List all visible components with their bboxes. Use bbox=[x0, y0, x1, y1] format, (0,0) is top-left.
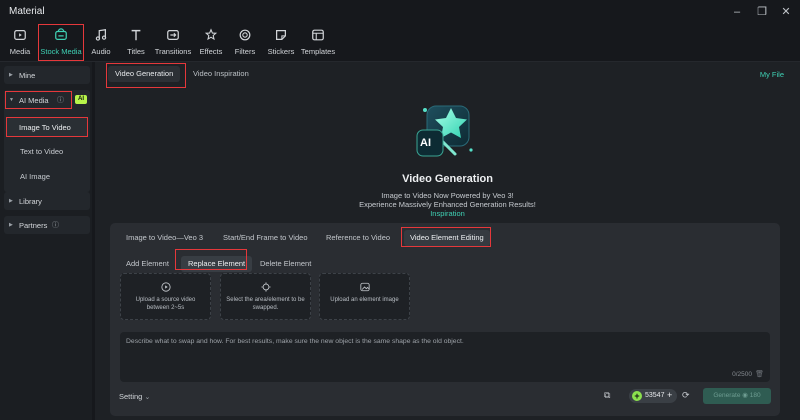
stickers-icon bbox=[264, 28, 298, 46]
tool-effects[interactable]: Effects bbox=[196, 24, 226, 60]
subtab-delete-element[interactable]: Delete Element bbox=[260, 256, 311, 272]
subtab-add-element[interactable]: Add Element bbox=[126, 256, 169, 272]
ai-badge: AI bbox=[75, 95, 87, 104]
filters-icon bbox=[230, 28, 260, 46]
minimize-icon[interactable]: – bbox=[730, 5, 744, 19]
chevron-down-icon: ⌄ bbox=[144, 394, 151, 401]
subtab-replace-element[interactable]: Replace Element bbox=[181, 256, 253, 272]
tool-audio[interactable]: Audio bbox=[86, 24, 116, 60]
expand-arrow-icon: ▶ bbox=[9, 222, 13, 228]
image-upload-icon bbox=[359, 282, 370, 292]
tab-reference-to-video[interactable]: Reference to Video bbox=[326, 230, 390, 246]
clear-icon[interactable]: 🗑 bbox=[755, 370, 764, 378]
select-area-card[interactable]: Select the area/element to be swapped. bbox=[220, 273, 311, 320]
tool-stickers[interactable]: Stickers bbox=[264, 24, 298, 60]
transitions-icon bbox=[154, 28, 192, 46]
sidebar-item-partners[interactable]: ▶ Partners ⓘ bbox=[4, 216, 90, 234]
generate-button[interactable]: Generate ◉ 180 bbox=[703, 388, 771, 404]
stock-media-icon bbox=[38, 28, 84, 46]
tool-templates[interactable]: Templates bbox=[300, 24, 336, 60]
tab-video-element-editing[interactable]: Video Element Editing bbox=[404, 230, 490, 246]
hero-title: Video Generation bbox=[402, 173, 493, 185]
tool-media[interactable]: Media bbox=[4, 24, 36, 60]
sidebar-item-ai-image[interactable]: AI Image bbox=[20, 172, 50, 181]
close-icon[interactable]: ✕ bbox=[779, 5, 793, 19]
sidebar: ▶ Mine ▼ AI Media ⓘ AI Image To Video Te… bbox=[0, 62, 92, 420]
media-icon bbox=[4, 28, 36, 46]
templates-icon bbox=[300, 28, 336, 46]
inspiration-link[interactable]: Inspiration bbox=[95, 209, 800, 218]
window-title: Material bbox=[9, 6, 45, 17]
tab-video-inspiration[interactable]: Video Inspiration bbox=[193, 66, 249, 82]
prompt-textarea[interactable]: Describe what to swap and how. For best … bbox=[120, 332, 770, 382]
hero-subtitle-1: Image to Video Now Powered by Veo 3! bbox=[381, 191, 514, 200]
expand-arrow-icon: ▶ bbox=[9, 72, 13, 78]
my-file-link[interactable]: My File bbox=[760, 70, 784, 79]
titles-icon bbox=[120, 28, 152, 46]
main-content: Video Generation Video Inspiration My Fi… bbox=[95, 62, 800, 420]
audio-icon bbox=[86, 28, 116, 46]
expand-arrow-icon: ▶ bbox=[9, 198, 13, 204]
logo-ai-text: AI bbox=[420, 137, 431, 149]
help-icon[interactable]: ⓘ bbox=[52, 220, 59, 230]
help-icon[interactable]: ⓘ bbox=[57, 95, 64, 105]
upload-element-image-card[interactable]: Upload an element image bbox=[319, 273, 410, 320]
tool-transitions[interactable]: Transitions bbox=[154, 24, 192, 60]
restore-icon[interactable]: ❐ bbox=[755, 5, 769, 19]
credits-value: 53547 bbox=[645, 391, 665, 399]
tool-stock-media[interactable]: Stock Media bbox=[38, 24, 84, 61]
setting-dropdown[interactable]: Setting ⌄ bbox=[119, 392, 150, 401]
generation-panel: Image to Video—Veo 3 Start/End Frame to … bbox=[110, 223, 780, 416]
tab-start-end-frame[interactable]: Start/End Frame to Video bbox=[223, 230, 308, 246]
sidebar-item-image-to-video[interactable]: Image To Video bbox=[6, 117, 88, 137]
credit-coin-icon: + bbox=[632, 391, 642, 401]
sidebar-item-library[interactable]: ▶ Library bbox=[4, 192, 90, 210]
sidebar-item-ai-media[interactable]: ▼ AI Media ⓘ AI bbox=[4, 90, 90, 110]
add-credits-icon[interactable]: + bbox=[667, 390, 672, 400]
collapse-arrow-icon: ▼ bbox=[9, 97, 14, 103]
tool-titles[interactable]: Titles bbox=[120, 24, 152, 60]
effects-icon bbox=[196, 28, 226, 46]
refresh-icon[interactable]: ⟳ bbox=[682, 390, 690, 401]
tool-filters[interactable]: Filters bbox=[230, 24, 260, 60]
sidebar-item-text-to-video[interactable]: Text to Video bbox=[20, 147, 63, 156]
sidebar-item-mine[interactable]: ▶ Mine bbox=[4, 66, 90, 84]
prompt-placeholder: Describe what to swap and how. For best … bbox=[126, 338, 464, 345]
video-upload-icon bbox=[160, 282, 171, 292]
title-bar: Material – ❐ ✕ bbox=[0, 0, 800, 24]
tab-image-to-video-veo3[interactable]: Image to Video—Veo 3 bbox=[126, 230, 203, 246]
character-counter: 0/2500 bbox=[732, 371, 752, 378]
media-toolbar: Media Stock Media Audio Titles Transitio… bbox=[0, 24, 800, 62]
image-settings-icon[interactable]: ⧉ bbox=[604, 390, 610, 401]
video-generation-logo: AI bbox=[413, 100, 479, 164]
credits-pill[interactable]: + 53547 + bbox=[629, 389, 677, 403]
upload-video-card[interactable]: Upload a source video between 2~5s bbox=[120, 273, 211, 320]
hero-subtitle-2: Experience Massively Enhanced Generation… bbox=[359, 200, 536, 209]
tab-video-generation[interactable]: Video Generation bbox=[108, 66, 181, 82]
target-icon bbox=[260, 282, 271, 292]
